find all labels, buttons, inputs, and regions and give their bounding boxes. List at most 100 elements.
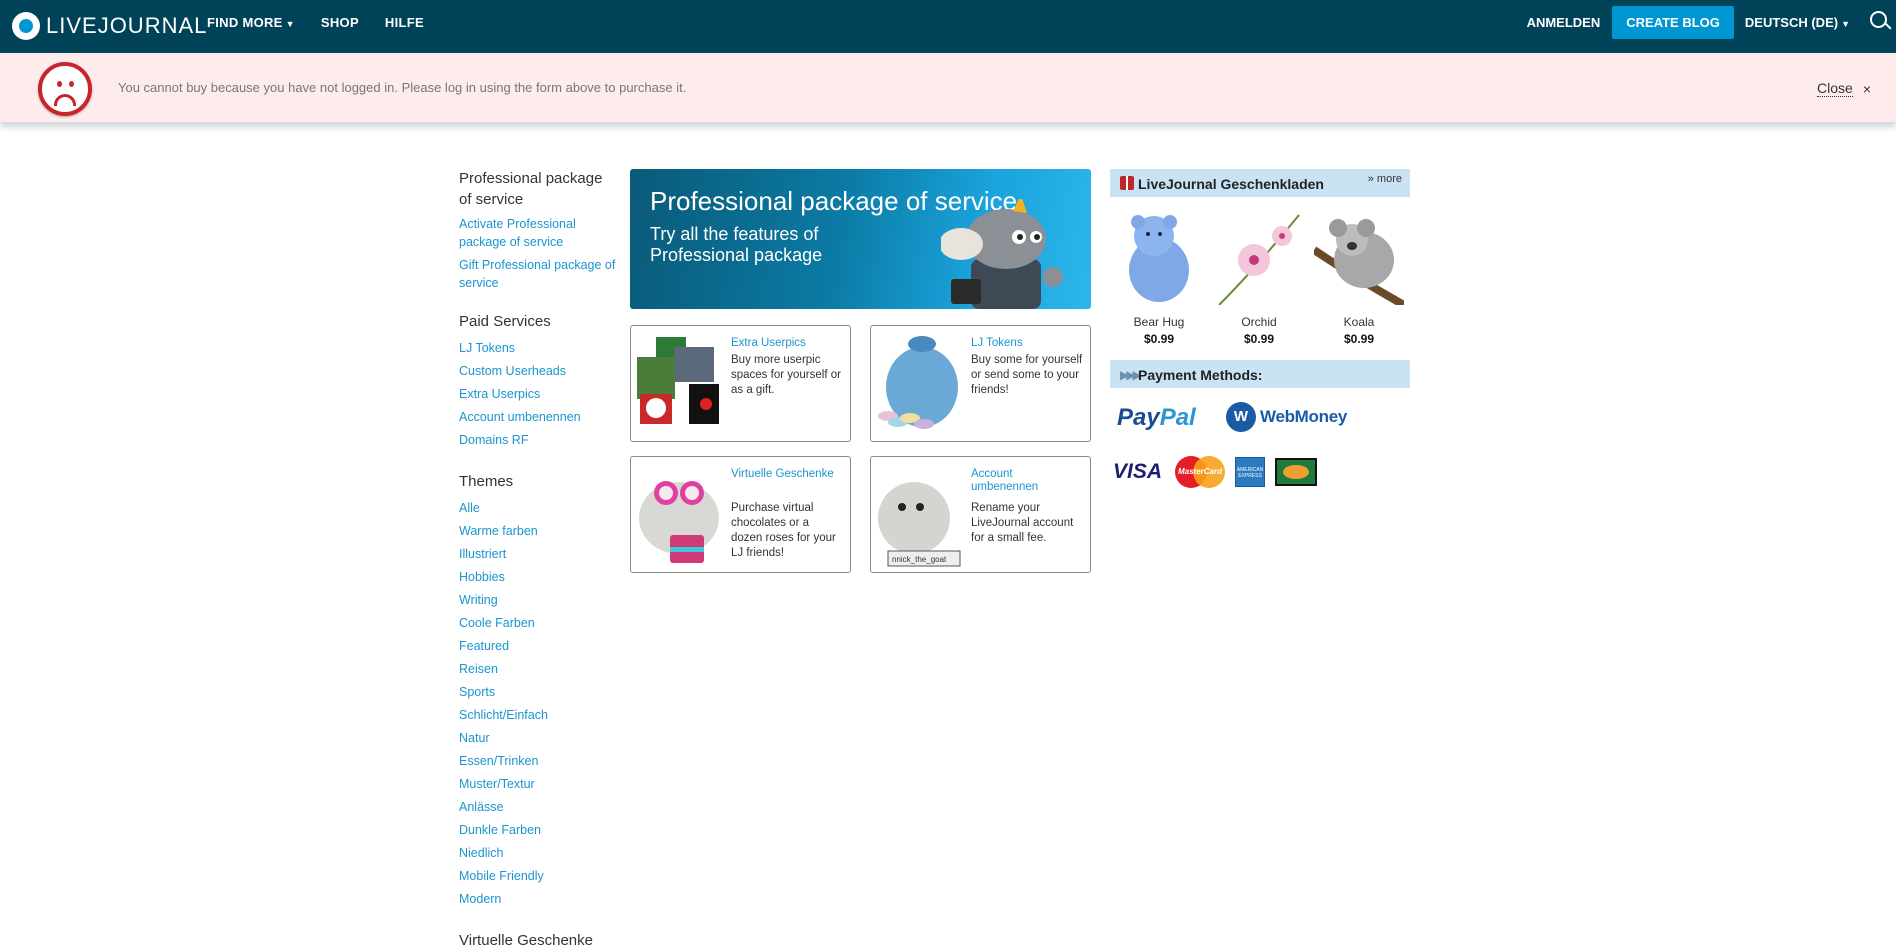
create-blog-button[interactable]: CREATE BLOG: [1612, 5, 1734, 39]
sidebar-link[interactable]: Account umbenennen: [459, 406, 619, 429]
card-title: LJ Tokens: [971, 337, 1023, 349]
gift-item-orchid[interactable]: Orchid $0.99: [1214, 210, 1304, 346]
sidebar-link[interactable]: Domains RF: [459, 429, 619, 452]
sidebar-section-professional: Professional package of service Activate…: [459, 168, 619, 292]
sidebar-link[interactable]: Warme farben: [459, 520, 619, 543]
language-selector[interactable]: DEUTSCH (DE) ▼: [1745, 15, 1850, 30]
sidebar-link[interactable]: Muster/Textur: [459, 773, 619, 796]
rhino-mascot-icon: [941, 199, 1063, 309]
gift-name: Bear Hug: [1133, 315, 1185, 329]
card-lj-tokens[interactable]: LJ Tokens Buy some for yourself or send …: [870, 325, 1091, 442]
card-title: Virtuelle Geschenke: [731, 468, 834, 480]
sidebar-link[interactable]: Reisen: [459, 658, 619, 681]
gift-name: Orchid: [1241, 315, 1277, 329]
gift-shop-title: LiveJournal Geschenkladen: [1138, 176, 1324, 192]
alert-close[interactable]: Close ×: [1817, 80, 1871, 97]
double-arrow-icon: ▶▶▶: [1120, 368, 1142, 382]
livejournal-logo-icon: [12, 12, 40, 40]
koala-image: [1311, 219, 1406, 309]
language-label: DEUTSCH (DE): [1744, 14, 1839, 30]
card-extra-userpics[interactable]: Extra Userpics Buy more userpic spaces f…: [630, 325, 851, 442]
sidebar-section-themes: Themes Alle Warme farben Illustriert Hob…: [459, 471, 619, 911]
orchid-image: [1218, 214, 1300, 306]
card-account-rename[interactable]: nnick_the_goat Account umbenennen Rename…: [870, 456, 1091, 573]
sidebar-link-activate-professional[interactable]: Activate Professional package of service: [459, 215, 619, 251]
sidebar-link[interactable]: LJ Tokens: [459, 337, 619, 360]
sidebar-link[interactable]: Illustriert: [459, 543, 619, 566]
visa-logo: VISA: [1113, 460, 1163, 483]
close-icon[interactable]: ×: [1863, 81, 1871, 97]
gift-shop-header: LiveJournal Geschenkladen » more: [1110, 169, 1410, 197]
sidebar-link[interactable]: Dunkle Farben: [459, 819, 619, 842]
login-link[interactable]: ANMELDEN: [1527, 15, 1601, 30]
sidebar-link[interactable]: Schlicht/Einfach: [459, 704, 619, 727]
shop-sidebar: Professional package of service Activate…: [459, 168, 619, 947]
sidebar-link[interactable]: Niedlich: [459, 842, 619, 865]
gift-item-bear-hug[interactable]: Bear Hug $0.99: [1114, 210, 1204, 346]
sidebar-section-paid-services: Paid Services LJ Tokens Custom Userheads…: [459, 311, 619, 452]
caret-down-icon: ▼: [285, 18, 295, 29]
sidebar-link[interactable]: Mobile Friendly: [459, 865, 619, 888]
gift-price: $0.99: [1343, 332, 1375, 346]
professional-package-banner[interactable]: Professional package of service Try all …: [630, 169, 1091, 309]
sidebar-link[interactable]: Alle: [459, 497, 619, 520]
discover-logo: [1275, 458, 1317, 486]
gift-price: $0.99: [1243, 332, 1275, 346]
logo-text: LIVEJOURNAL: [46, 13, 208, 38]
login-required-alert: You cannot buy because you have not logg…: [0, 53, 1896, 123]
amex-logo: AMERICAN EXPRESS: [1235, 457, 1265, 487]
nav-find-more-label: FIND MORE: [207, 14, 283, 30]
livejournal-logo[interactable]: LIVEJOURNAL: [12, 10, 207, 42]
gift-box-icon: [1120, 176, 1134, 190]
sidebar-link[interactable]: Hobbies: [459, 566, 619, 589]
sidebar-link[interactable]: Custom Userheads: [459, 360, 619, 383]
main-nav: FIND MORE ▼ SHOP HILFE: [207, 0, 424, 44]
sidebar-link[interactable]: Writing: [459, 589, 619, 612]
gift-name: Koala: [1343, 315, 1375, 329]
gift-item-koala[interactable]: Koala $0.99: [1311, 210, 1406, 346]
userpics-collage-image: [637, 337, 719, 424]
nav-help[interactable]: HILFE: [385, 15, 424, 30]
goat-caption: nnick_the_goat: [892, 555, 947, 564]
sidebar-section-virtual-gifts: Virtuelle Geschenke: [459, 930, 619, 947]
sidebar-link[interactable]: Featured: [459, 635, 619, 658]
sidebar-heading: Themes: [459, 473, 514, 490]
caret-down-icon: ▼: [1841, 18, 1850, 29]
gift-price: $0.99: [1143, 332, 1175, 346]
paypal-text-b: Pal: [1159, 404, 1196, 431]
sidebar-link[interactable]: Coole Farben: [459, 612, 619, 635]
gift-shop-more-link[interactable]: » more: [1368, 173, 1402, 185]
payment-methods-title: Payment Methods:: [1138, 367, 1263, 383]
goat-with-gift-image: [639, 481, 719, 563]
sidebar-link[interactable]: Extra Userpics: [459, 383, 619, 406]
card-description: Purchase virtual chocolates or a dozen r…: [731, 502, 836, 559]
webmoney-logo: WebMoney: [1226, 402, 1347, 432]
sidebar-link[interactable]: Sports: [459, 681, 619, 704]
card-title: Extra Userpics: [731, 337, 806, 349]
mastercard-text: MasterCard: [1177, 467, 1222, 476]
card-virtual-gifts[interactable]: Virtuelle Geschenke Purchase virtual cho…: [630, 456, 851, 573]
nav-shop[interactable]: SHOP: [321, 15, 359, 30]
mastercard-logo: MasterCard: [1175, 456, 1225, 488]
sidebar-link[interactable]: Essen/Trinken: [459, 750, 619, 773]
bear-hug-image: [1129, 215, 1189, 302]
sidebar-link[interactable]: Anlässe: [459, 796, 619, 819]
nav-find-more[interactable]: FIND MORE ▼: [207, 15, 295, 30]
webmoney-text: WebMoney: [1260, 407, 1348, 426]
sidebar-heading: Paid Services: [459, 313, 551, 330]
card-logos: VISA MasterCard AMERICAN EXPRESS: [1113, 456, 1317, 488]
sidebar-link-gift-professional[interactable]: Gift Professional package of service: [459, 256, 619, 292]
paypal-logo: PayPal: [1117, 404, 1196, 432]
goat-rename-image: nnick_the_goat: [878, 482, 961, 567]
sidebar-link[interactable]: Modern: [459, 888, 619, 911]
close-link[interactable]: Close: [1817, 80, 1853, 97]
card-description: Rename your LiveJournal account for a sm…: [971, 502, 1074, 544]
sidebar-heading: Professional package of service: [459, 170, 603, 208]
payment-methods-header: ▶▶▶ Payment Methods:: [1110, 360, 1410, 388]
search-icon[interactable]: [1866, 2, 1896, 42]
paypal-text-a: Pay: [1117, 404, 1160, 431]
card-title: Account umbenennen: [971, 468, 1039, 493]
sidebar-link[interactable]: Natur: [459, 727, 619, 750]
banner-subtitle: Try all the features of Professional pac…: [650, 224, 823, 265]
top-navigation-bar: LIVEJOURNAL FIND MORE ▼ SHOP HILFE ANMELD…: [0, 0, 1896, 53]
